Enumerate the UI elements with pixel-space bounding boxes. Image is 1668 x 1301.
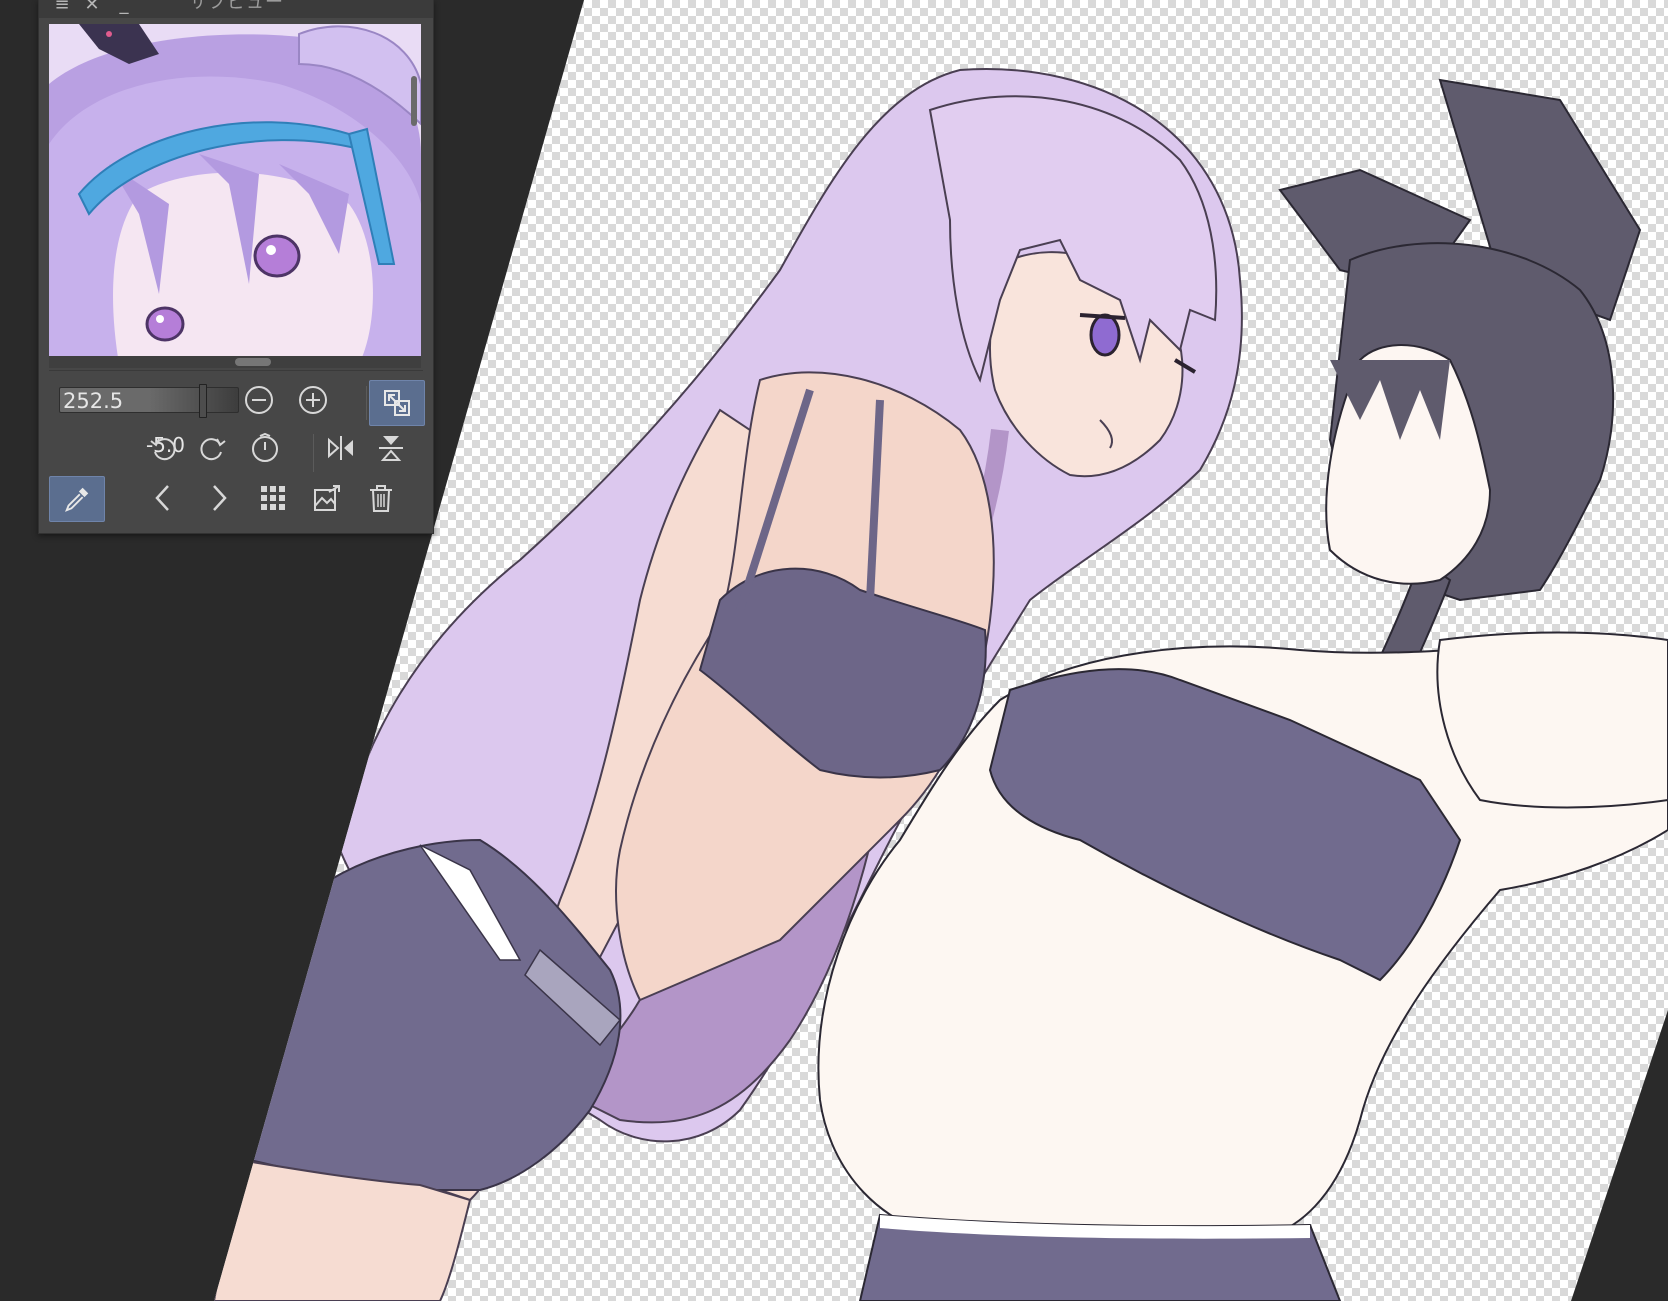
- previous-image-button[interactable]: [143, 478, 183, 518]
- flip-vertical-icon: [379, 436, 403, 461]
- delete-image-button[interactable]: [361, 478, 401, 518]
- reset-rotation-icon: [252, 432, 278, 462]
- flip-horizontal-icon: [328, 436, 353, 460]
- next-image-button[interactable]: [199, 478, 239, 518]
- panel-divider: [49, 370, 423, 371]
- flip-horizontal-button[interactable]: [321, 428, 361, 468]
- import-image-icon: [314, 485, 340, 511]
- rotate-right-button[interactable]: [193, 428, 233, 468]
- thumbnail-grid-button[interactable]: [253, 478, 293, 518]
- zoom-out-icon: [245, 386, 273, 414]
- panel-title: サブビュー: [189, 0, 284, 13]
- sub-view-preview[interactable]: [49, 24, 421, 364]
- dark-girl-arm: [1436, 631, 1668, 809]
- rotate-left-icon: [150, 438, 176, 461]
- toolbar-separator: [313, 434, 314, 472]
- rotate-left-button[interactable]: [143, 428, 183, 468]
- close-icon[interactable]: ✕: [83, 0, 101, 14]
- eyedropper-button[interactable]: [49, 476, 105, 522]
- trash-icon: [370, 485, 392, 512]
- toolbar-separator: [366, 386, 367, 420]
- minimize-icon[interactable]: _: [115, 0, 133, 14]
- hamburger-menu-icon[interactable]: ≡: [53, 0, 71, 14]
- sub-view-panel[interactable]: ≡ ✕ _ サブビュー 252.5 -5.0: [38, 0, 434, 534]
- zoom-out-button[interactable]: [239, 380, 279, 420]
- reset-rotation-button[interactable]: [245, 428, 285, 468]
- grid-icon: [261, 486, 285, 510]
- flip-vertical-button[interactable]: [371, 428, 411, 468]
- fit-to-window-icon: [384, 390, 410, 416]
- eyedropper-icon: [65, 487, 89, 512]
- panel-titlebar[interactable]: ≡ ✕ _ サブビュー: [39, 0, 433, 18]
- rotate-right-icon: [200, 438, 226, 461]
- zoom-value[interactable]: 252.5: [63, 389, 123, 413]
- import-image-button[interactable]: [307, 478, 347, 518]
- chevron-right-icon: [213, 485, 227, 511]
- zoom-in-button[interactable]: [293, 380, 333, 420]
- chevron-left-icon: [155, 485, 169, 511]
- purple-girl-eye: [1089, 313, 1121, 357]
- reference-image: [49, 24, 421, 364]
- preview-horizontal-scrollbar[interactable]: [49, 356, 421, 368]
- horizontal-scroll-thumb[interactable]: [235, 358, 271, 366]
- preview-vertical-scrollbar[interactable]: [411, 76, 417, 126]
- zoom-slider[interactable]: 252.5: [59, 384, 239, 418]
- zoom-in-icon: [299, 386, 327, 414]
- zoom-slider-knob[interactable]: [199, 384, 207, 418]
- fit-to-window-button[interactable]: [369, 380, 425, 426]
